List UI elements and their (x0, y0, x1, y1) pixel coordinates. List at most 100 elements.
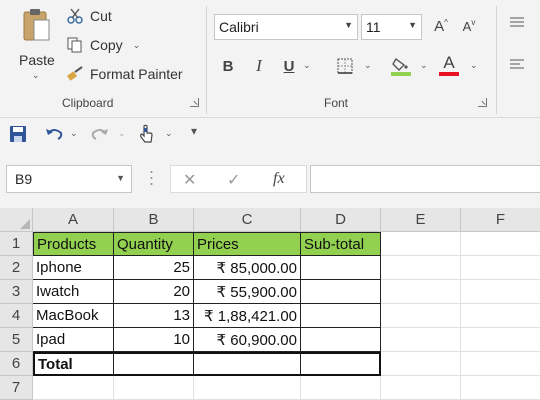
cell-a2[interactable]: Iphone (33, 256, 114, 280)
cell-b1[interactable]: Quantity (113, 232, 194, 256)
borders-button[interactable] (334, 56, 356, 76)
cell-a3[interactable]: Iwatch (33, 280, 114, 304)
cell-f2[interactable] (461, 256, 540, 280)
clipboard-icon (23, 9, 50, 41)
decrease-font-size-button[interactable]: Av (458, 16, 480, 36)
cell-c4[interactable]: ₹ 1,88,421.00 (194, 304, 301, 328)
font-size-value: 11 (366, 19, 381, 35)
italic-button[interactable]: I (248, 56, 270, 76)
column-header-d[interactable]: D (301, 208, 381, 232)
cell-f4[interactable] (461, 304, 540, 328)
column-header-a[interactable]: A (33, 208, 114, 232)
column-header-e[interactable]: E (381, 208, 461, 232)
copy-button[interactable]: Copy ⌄ (66, 35, 140, 55)
cell-d6[interactable] (301, 352, 381, 376)
cell-c5[interactable]: ₹ 60,900.00 (194, 328, 301, 352)
drag-handle-icon[interactable] (150, 170, 153, 186)
cell-f5[interactable] (461, 328, 540, 352)
cell-e2[interactable] (381, 256, 461, 280)
formula-buttons: ✕ ✓ fx (170, 165, 307, 193)
font-size-select[interactable]: 11 ▼ (361, 14, 422, 40)
cell-d1[interactable]: Sub-total (300, 232, 381, 256)
column-header-c[interactable]: C (194, 208, 301, 232)
redo-icon[interactable] (90, 124, 110, 144)
select-all-button[interactable] (0, 208, 33, 232)
chevron-down-icon[interactable]: ⌄ (470, 60, 478, 71)
cell-a5[interactable]: Ipad (33, 328, 114, 352)
cell-f3[interactable] (461, 280, 540, 304)
dialog-launcher-icon[interactable] (478, 98, 487, 107)
formula-input[interactable] (310, 165, 540, 193)
cell-b5[interactable]: 10 (114, 328, 194, 352)
cell-d3[interactable] (301, 280, 381, 304)
chevron-down-icon[interactable]: ⌄ (364, 60, 372, 71)
undo-icon[interactable] (44, 124, 64, 144)
cell-e7[interactable] (381, 376, 461, 400)
cell-f6[interactable] (461, 352, 540, 376)
cell-a6[interactable]: Total (33, 352, 114, 376)
cell-a1[interactable]: Products (33, 232, 114, 256)
cell-f1[interactable] (461, 232, 540, 256)
chevron-down-icon[interactable]: ⌄ (118, 128, 126, 139)
cell-e3[interactable] (381, 280, 461, 304)
cell-d4[interactable] (301, 304, 381, 328)
bold-button[interactable]: B (217, 56, 239, 76)
cell-f7[interactable] (461, 376, 540, 400)
cell-c1[interactable]: Prices (193, 232, 301, 256)
column-header-b[interactable]: B (114, 208, 194, 232)
enter-icon[interactable]: ✓ (227, 170, 240, 190)
cut-button[interactable]: Cut (66, 6, 112, 26)
save-icon[interactable] (9, 124, 27, 144)
row-header-6[interactable]: 6 (0, 352, 33, 376)
cell-c6[interactable] (194, 352, 301, 376)
insert-function-icon[interactable]: fx (273, 170, 285, 188)
chevron-down-icon[interactable]: ⌄ (303, 60, 311, 71)
font-color-button[interactable]: A (438, 54, 460, 76)
row-header-5[interactable]: 5 (0, 328, 33, 352)
touch-mode-icon[interactable] (138, 124, 154, 144)
chevron-down-icon[interactable]: ⌄ (165, 128, 173, 139)
chevron-down-icon: ▼ (344, 20, 353, 30)
chevron-down-icon: ▼ (116, 173, 125, 183)
cell-e1[interactable] (381, 232, 461, 256)
font-name-select[interactable]: Calibri ▼ (214, 14, 358, 40)
name-box[interactable]: B9 ▼ (6, 165, 132, 193)
cell-b6[interactable] (114, 352, 194, 376)
cell-c3[interactable]: ₹ 55,900.00 (194, 280, 301, 304)
paintbrush-icon (66, 65, 84, 83)
cell-d2[interactable] (301, 256, 381, 280)
cell-c7[interactable] (194, 376, 301, 400)
format-painter-button[interactable]: Format Painter (66, 64, 183, 84)
cell-e5[interactable] (381, 328, 461, 352)
row-header-3[interactable]: 3 (0, 280, 33, 304)
cell-a7[interactable] (33, 376, 114, 400)
cell-d7[interactable] (301, 376, 381, 400)
row-header-4[interactable]: 4 (0, 304, 33, 328)
cell-b4[interactable]: 13 (114, 304, 194, 328)
increase-font-size-button[interactable]: A ^ (430, 16, 452, 36)
row-header-7[interactable]: 7 (0, 376, 33, 400)
chevron-down-icon[interactable]: ⌄ (420, 60, 428, 71)
cell-c2[interactable]: ₹ 85,000.00 (194, 256, 301, 280)
align-top-icon[interactable] (508, 16, 526, 31)
cell-b7[interactable] (114, 376, 194, 400)
cell-a4[interactable]: MacBook (33, 304, 114, 328)
row-header-2[interactable]: 2 (0, 256, 33, 280)
customize-toolbar-icon[interactable]: ▾ (191, 124, 197, 138)
cancel-icon[interactable]: ✕ (183, 170, 196, 190)
decrease-font-icon: A (462, 18, 472, 34)
align-left-icon[interactable] (508, 58, 526, 73)
cell-d5[interactable] (301, 328, 381, 352)
cell-e4[interactable] (381, 304, 461, 328)
cell-b3[interactable]: 20 (114, 280, 194, 304)
cell-e6[interactable] (381, 352, 461, 376)
paste-button[interactable]: Paste ⌄ (14, 8, 58, 84)
underline-button[interactable]: U (278, 56, 300, 76)
row-header-1[interactable]: 1 (0, 232, 33, 256)
dialog-launcher-icon[interactable] (190, 98, 199, 107)
chevron-down-icon[interactable]: ⌄ (70, 128, 78, 139)
column-header-f[interactable]: F (461, 208, 540, 232)
fill-color-button[interactable] (390, 56, 412, 76)
cell-b2[interactable]: 25 (114, 256, 194, 280)
underline-icon: U (283, 57, 295, 75)
